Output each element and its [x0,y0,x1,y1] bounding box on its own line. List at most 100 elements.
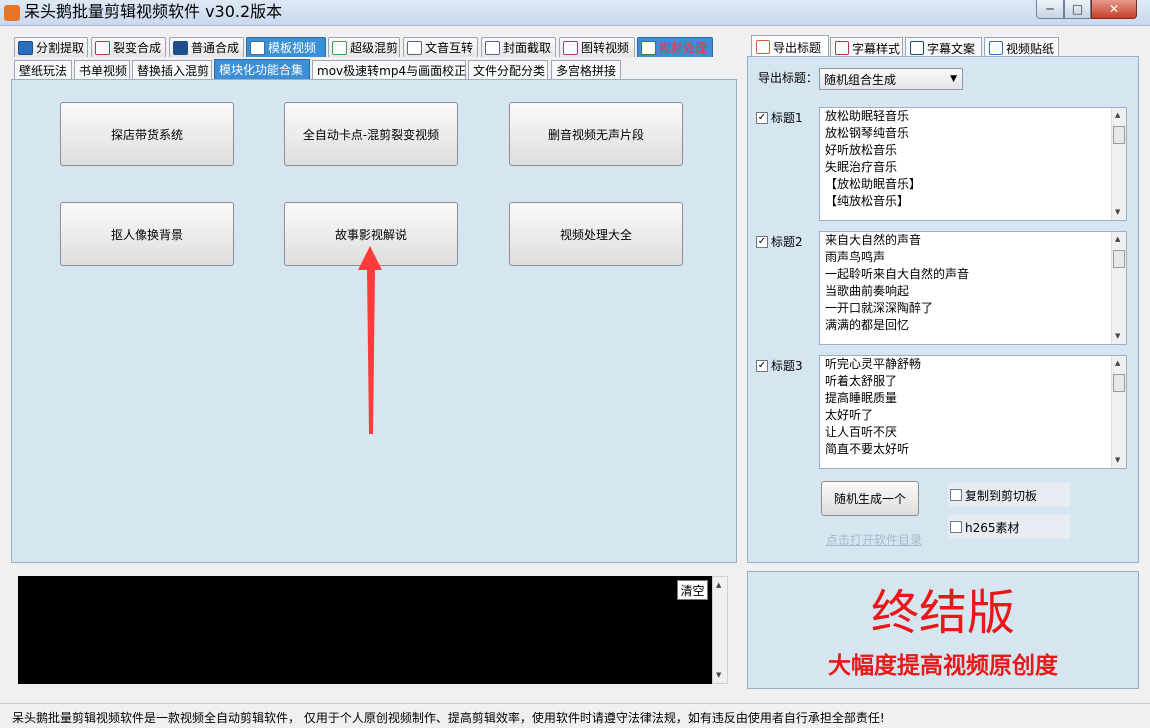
scroll-up-icon: ▲ [1115,359,1121,367]
scroll-thumb[interactable] [1113,374,1125,392]
tab-label: 图转视频 [581,41,630,55]
store-promo-button[interactable]: 探店带货系统 [60,102,234,166]
portrait-bg-swap-button[interactable]: 抠人像换背景 [60,202,234,266]
clear-log-button[interactable]: 清空 [677,580,708,600]
random-generate-button[interactable]: 随机生成一个 [821,481,919,516]
video-processing-suite-button[interactable]: 视频处理大全 [509,202,683,266]
tab-video-process[interactable]: 视频处理 [637,37,713,57]
export-mode-value: 随机组合生成 [824,72,897,87]
title2-textbox[interactable]: 来自大自然的声音 雨声鸟鸣声 一起聆听来自大自然的声音 当歌曲前奏响起 一开口就… [819,231,1127,345]
tab-image-to-video[interactable]: 图转视频 [559,37,635,57]
subtab-file-sort[interactable]: 文件分配分类 [468,60,548,79]
export-mode-select[interactable]: 随机组合生成 ▼ [819,68,963,90]
tab-text-audio[interactable]: 文音互转 [403,37,478,57]
open-software-dir-link[interactable]: 点击打开软件目录 [826,531,922,548]
list-item: 【放松助眠音乐】 [825,177,922,191]
tab-video-sticker[interactable]: 视频贴纸 [984,37,1059,58]
log-output[interactable] [18,576,712,684]
maximize-button[interactable]: □ [1064,0,1091,19]
microphone-icon [407,40,422,55]
star-icon [989,41,1003,55]
subtab-modular-features[interactable]: 模块化功能合集 [214,59,310,79]
list-item: 听着太舒服了 [825,374,898,388]
scroll-down-icon: ▼ [1115,456,1121,464]
list-item: 【纯放松音乐】 [825,194,910,208]
tab-label: 视频处理 [659,41,708,55]
app-logo-icon [4,5,20,21]
tab-label: 超级混剪 [350,41,399,55]
scroll-thumb[interactable] [1113,250,1125,268]
list-item: 让人百听不厌 [825,425,898,439]
tab-label: 普通合成 [191,41,240,55]
list-item: 放松钢琴纯音乐 [825,126,910,140]
scroll-down-icon: ▼ [716,671,722,679]
scrollbar[interactable]: ▲ ▼ [1111,108,1126,220]
tab-split-extract[interactable]: 分割提取 [14,37,88,57]
title1-checkbox[interactable]: ✓ 标题1 [756,109,803,126]
close-button[interactable]: ✕ [1091,0,1137,19]
h265-checkbox[interactable]: h265素材 [948,515,1070,539]
list-item: 满满的都是回忆 [825,318,910,332]
tab-label: 封面截取 [503,41,552,55]
scroll-thumb[interactable] [1113,126,1125,144]
list-item: 太好听了 [825,408,874,422]
scroll-down-icon: ▼ [1115,332,1121,340]
tab-label: 文音互转 [425,41,474,55]
tab-super-mix[interactable]: 超级混剪 [328,37,400,57]
subtab-booklist-video[interactable]: 书单视频 [74,60,130,79]
tab-label: 裂变合成 [113,41,162,55]
subtab-wallpaper[interactable]: 壁纸玩法 [14,60,72,79]
log-scrollbar[interactable]: ▲ ▼ [712,576,728,684]
image-play-icon [563,40,578,55]
scrollbar[interactable]: ▲ ▼ [1111,232,1126,344]
list-item: 好听放松音乐 [825,143,898,157]
h265-label: h265素材 [965,520,1020,535]
video-process-icon [641,40,656,55]
subtab-mov-to-mp4[interactable]: mov极速转mp4与画面校正 [312,60,466,79]
status-bar: 呆头鹅批量剪辑视频软件是一款视频全自动剪辑软件， 仅用于个人原创视频制作、提高剪… [0,703,1150,728]
tab-label: 分割提取 [36,41,85,55]
tab-label: 模板视频 [268,41,317,55]
list-item: 来自大自然的声音 [825,233,922,247]
checkbox-icon [950,489,962,501]
remove-silence-button[interactable]: 删音视频无声片段 [509,102,683,166]
auto-beat-mix-button[interactable]: 全自动卡点-混剪裂变视频 [284,102,458,166]
promo-headline: 终结版 [870,585,1015,641]
tab-subtitle-text[interactable]: 字幕文案 [905,37,982,58]
tab-subtitle-style[interactable]: 字幕样式 [830,37,903,58]
subtab-grid-stitch[interactable]: 多宫格拼接 [551,60,621,79]
image-icon [485,40,500,55]
title2-checkbox[interactable]: ✓ 标题2 [756,233,803,250]
title3-label: 标题3 [771,359,803,373]
tab-label: 视频贴纸 [1006,41,1055,56]
scroll-up-icon: ▲ [1115,111,1121,119]
list-item: 失眠治疗音乐 [825,160,898,174]
minimize-button[interactable]: ─ [1036,0,1064,19]
red-arrow-annotation [358,246,382,434]
scroll-up-icon: ▲ [1115,235,1121,243]
list-item: 一开口就深深陶醉了 [825,301,934,315]
tab-normal-merge[interactable]: 普通合成 [169,37,244,57]
copy-clipboard-checkbox[interactable]: 复制到剪切板 [948,483,1070,507]
scrollbar[interactable]: ▲ ▼ [1111,356,1126,468]
title1-textbox[interactable]: 放松助眠轻音乐 放松钢琴纯音乐 好听放松音乐 失眠治疗音乐 【放松助眠音乐】 【… [819,107,1127,221]
chevron-down-icon: ▼ [950,74,957,84]
tab-cover-capture[interactable]: 封面截取 [481,37,556,57]
title2-label: 标题2 [771,235,803,249]
title3-checkbox[interactable]: ✓ 标题3 [756,357,803,374]
text-icon [910,41,924,55]
title3-textbox[interactable]: 听完心灵平静舒畅 听着太舒服了 提高睡眠质量 太好听了 让人百听不厌 简直不要太… [819,355,1127,469]
tab-export-title[interactable]: 导出标题 [751,35,829,58]
tab-fission-merge[interactable]: 裂变合成 [91,37,166,57]
play-icon [18,40,33,55]
title1-label: 标题1 [771,111,803,125]
audio-wave-icon [332,40,347,55]
tab-label: 字幕样式 [852,41,901,56]
copy-clipboard-label: 复制到剪切板 [965,488,1038,503]
subtab-replace-insert-mix[interactable]: 替换插入混剪 [132,60,212,79]
scroll-down-icon: ▼ [1115,208,1121,216]
export-icon [756,40,770,54]
tab-template-video[interactable]: 模板视频 [246,37,326,57]
window-title: 呆头鹅批量剪辑视频软件 v30.2版本 [24,2,283,21]
tab-label: 字幕文案 [927,41,976,56]
